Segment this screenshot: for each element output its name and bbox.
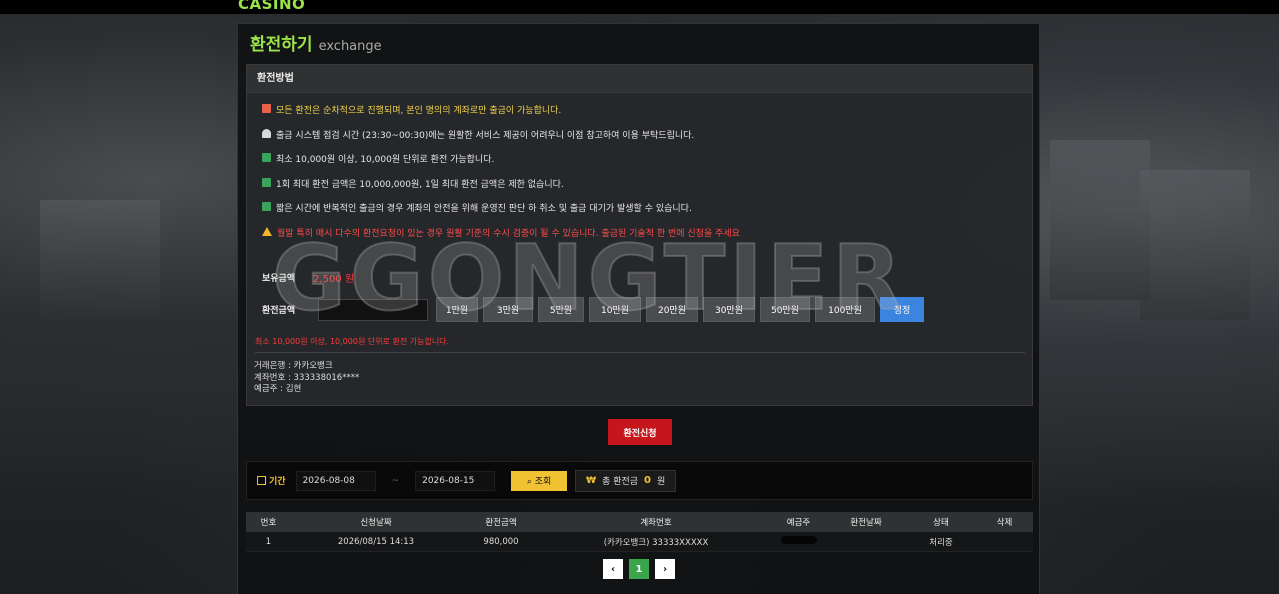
balance-row: 보유금액 2,500 원 bbox=[262, 270, 354, 285]
amount-100k-button[interactable]: 10만원 bbox=[589, 297, 641, 322]
prev-page-button[interactable]: ‹ bbox=[603, 559, 623, 579]
cell-date: 2026/08/15 14:13 bbox=[337, 536, 415, 547]
account-holder: 예금주 : 김현 bbox=[254, 384, 302, 394]
guide-heading: 환전방법 bbox=[247, 65, 1032, 93]
date-separator: ~ bbox=[391, 475, 400, 486]
total-label: 총 환전금 bbox=[602, 477, 639, 487]
amount-30k-button[interactable]: 3만원 bbox=[483, 297, 533, 322]
exchange-panel: 환전하기 exchange 환전방법 모든 환전은 순차적으로 진행되며, 본인… bbox=[237, 23, 1040, 594]
guide-notes: 모든 환전은 순차적으로 진행되며, 본인 명의의 계좌로만 출금이 가능합니다… bbox=[262, 103, 1022, 250]
guide-note: 최소 10,000원 이상, 10,000원 단위로 환전 가능합니다. bbox=[262, 152, 1022, 177]
guide-note: 짧은 시간에 반복적인 출금의 경우 계좌의 안전을 위해 운영진 판단 하 취… bbox=[262, 201, 1022, 226]
amount-label: 환전금액 bbox=[262, 306, 296, 316]
table-row[interactable]: 1 2026/08/15 14:13 980,000 (카카오뱅크) 33333… bbox=[246, 532, 1033, 552]
account-number: 계좌번호 : 333338016**** bbox=[254, 372, 360, 383]
cell-account: (카카오뱅크) 33333XXXXX bbox=[603, 537, 709, 548]
guide-note: 출금 시스템 점검 시간 (23:30~00:30)에는 원활한 서비스 제공이… bbox=[262, 128, 1022, 153]
table-header: 번호 신청날짜 환전금액 계좌번호 예금주 환전날짜 상태 삭제 bbox=[246, 512, 1033, 532]
top-bar: CASINO bbox=[0, 0, 1279, 14]
redacted-mark bbox=[780, 536, 817, 544]
submit-exchange-button[interactable]: 환전신청 bbox=[608, 419, 672, 445]
start-date-input[interactable] bbox=[295, 470, 376, 491]
column-header: 번호 bbox=[260, 518, 277, 528]
background-building bbox=[40, 200, 160, 320]
amount-1m-button[interactable]: 100만원 bbox=[815, 297, 875, 322]
background-building bbox=[1140, 170, 1250, 320]
site-logo[interactable]: CASINO bbox=[238, 0, 305, 13]
period-label: 기간 bbox=[257, 474, 286, 487]
cell-amount: 980,000 bbox=[483, 536, 519, 547]
search-button[interactable]: ⌕ 조회 bbox=[511, 470, 568, 491]
check-icon bbox=[262, 153, 271, 162]
guide-note: 월말 특히 매시 다수의 환전요청이 있는 경우 원활 기준의 수시 검증이 될… bbox=[262, 226, 1022, 251]
cell-status: 처리중 bbox=[929, 537, 953, 548]
divider bbox=[255, 352, 1025, 353]
page-title-korean: 환전하기 bbox=[250, 35, 313, 55]
cell-no: 1 bbox=[265, 536, 272, 547]
total-value: 0 bbox=[644, 475, 651, 486]
column-header: 계좌번호 bbox=[640, 518, 672, 528]
megaphone-icon bbox=[262, 104, 271, 113]
total-exchange: ₩ 총 환전금 0 원 bbox=[575, 469, 677, 492]
check-icon bbox=[262, 202, 271, 211]
background-building bbox=[1050, 140, 1150, 300]
check-icon bbox=[262, 177, 271, 187]
siren-icon bbox=[262, 128, 271, 138]
page-title-english: exchange bbox=[318, 39, 382, 54]
won-icon: ₩ bbox=[586, 475, 597, 486]
column-header: 환전금액 bbox=[485, 518, 517, 528]
next-page-button[interactable]: › bbox=[655, 559, 675, 579]
column-header: 삭제 bbox=[996, 518, 1013, 528]
bank-name: 거래은행 : 카카오뱅크 bbox=[254, 361, 333, 371]
column-header: 신청날짜 bbox=[360, 518, 392, 528]
exchange-history-table: 번호 신청날짜 환전금액 계좌번호 예금주 환전날짜 상태 삭제 1 2026/… bbox=[246, 512, 1033, 552]
guide-note: 1회 최대 환전 금액은 10,000,000원, 1일 최대 환전 금액은 제… bbox=[262, 177, 1022, 202]
amount-300k-button[interactable]: 30만원 bbox=[703, 297, 755, 322]
cell-holder bbox=[771, 536, 826, 547]
balance-value: 2,500 원 bbox=[313, 274, 355, 285]
amount-50k-button[interactable]: 5만원 bbox=[538, 297, 584, 322]
amount-input[interactable] bbox=[318, 298, 428, 321]
amount-10k-button[interactable]: 1만원 bbox=[436, 297, 478, 322]
end-date-input[interactable] bbox=[415, 470, 496, 491]
column-header: 예금주 bbox=[786, 518, 811, 528]
search-icon: ⌕ bbox=[526, 477, 532, 487]
amount-hint: 최소 10,000원 이상, 10,000원 단위로 환전 가능합니다. bbox=[255, 337, 450, 346]
pagination: ‹ 1 › bbox=[603, 559, 675, 579]
total-unit: 원 bbox=[657, 477, 666, 487]
calendar-icon bbox=[257, 476, 266, 485]
reset-amount-button[interactable]: 정정 bbox=[880, 297, 924, 322]
guide-note: 모든 환전은 순차적으로 진행되며, 본인 명의의 계좌로만 출금이 가능합니다… bbox=[262, 103, 1022, 128]
column-header: 환전날짜 bbox=[850, 518, 882, 528]
amount-200k-button[interactable]: 20만원 bbox=[646, 297, 698, 322]
balance-label: 보유금액 bbox=[262, 274, 296, 284]
history-filter: 기간 ~ ⌕ 조회 ₩ 총 환전금 0 원 bbox=[246, 461, 1033, 500]
amount-row: 환전금액 1만원 3만원 5만원 10만원 20만원 30만원 50만원 100… bbox=[262, 297, 929, 322]
page-1-button[interactable]: 1 bbox=[629, 559, 649, 579]
warning-icon bbox=[262, 226, 272, 236]
amount-500k-button[interactable]: 50만원 bbox=[760, 297, 810, 322]
bank-info: 거래은행 : 카카오뱅크 계좌번호 : 333338016**** 예금주 : … bbox=[254, 361, 359, 396]
page-title: 환전하기 exchange bbox=[250, 30, 382, 58]
column-header: 상태 bbox=[933, 518, 949, 528]
exchange-guide-box: 환전방법 모든 환전은 순차적으로 진행되며, 본인 명의의 계좌로만 출금이 … bbox=[246, 64, 1033, 406]
